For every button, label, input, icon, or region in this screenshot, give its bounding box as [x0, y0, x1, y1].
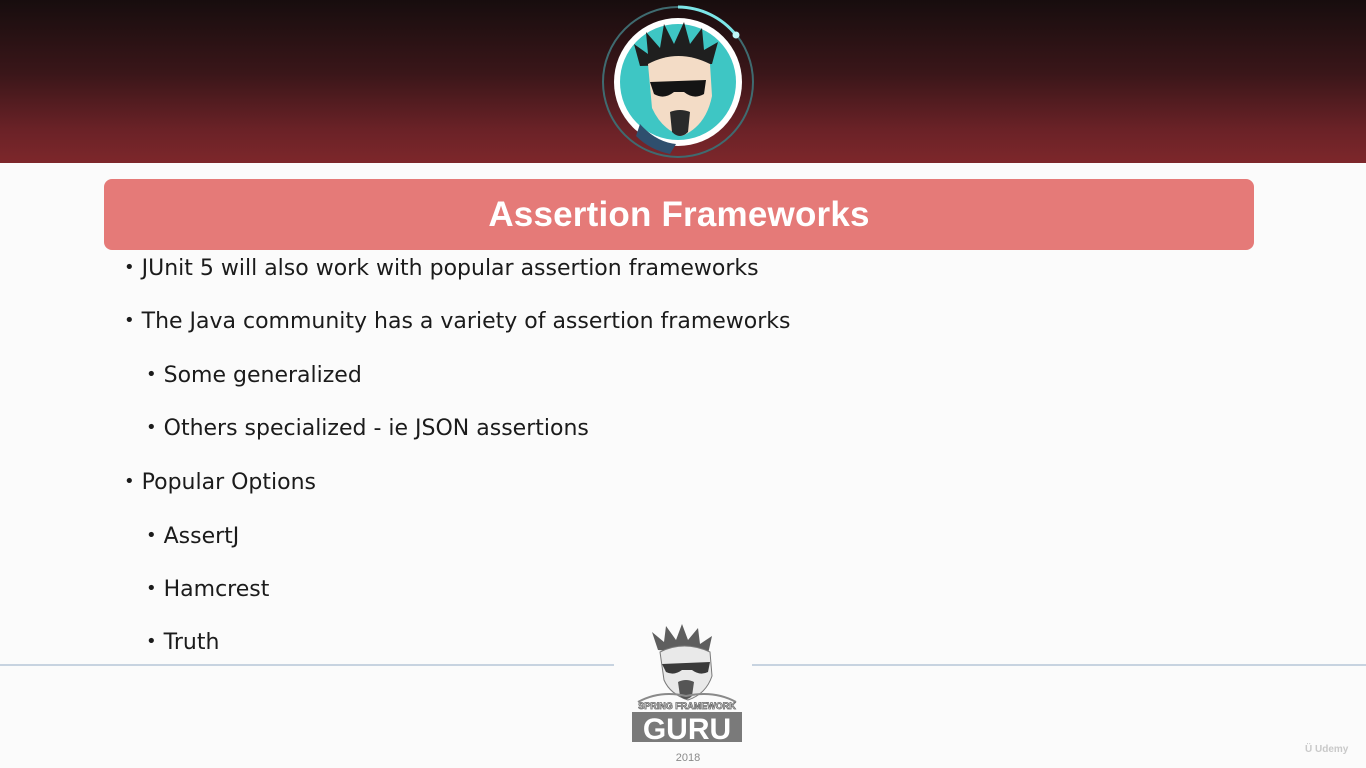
udemy-logo-icon: Ü: [1305, 744, 1313, 755]
spring-framework-guru-logo-icon: SPRING FRAMEWORK GURU: [630, 624, 744, 746]
bullet-dot: •: [146, 525, 157, 546]
bullet-text: JUnit 5 will also work with popular asse…: [141, 256, 759, 281]
bullet-text: Popular Options: [141, 470, 316, 495]
bullet-dot: •: [146, 417, 157, 438]
bullet-text: Some generalized: [163, 363, 362, 388]
instructor-avatar-icon: [600, 4, 756, 160]
udemy-watermark: Ü Udemy: [1305, 744, 1348, 755]
sub-bullet-item: • AssertJ: [146, 524, 239, 549]
slide-title: Assertion Frameworks: [488, 194, 870, 234]
logo-tagline: SPRING FRAMEWORK: [638, 701, 736, 711]
watermark-text: Udemy: [1315, 744, 1349, 755]
bullet-dot: •: [146, 631, 157, 652]
bullet-text: The Java community has a variety of asse…: [141, 309, 791, 334]
sub-bullet-item: • Hamcrest: [146, 577, 269, 602]
bullet-item: • Popular Options: [124, 470, 316, 495]
bullet-dot: •: [124, 257, 135, 278]
footer-divider-left: [0, 664, 614, 666]
bullet-text: Others specialized - ie JSON assertions: [163, 416, 589, 441]
bullet-dot: •: [146, 364, 157, 385]
logo-name: GURU: [643, 713, 731, 746]
sub-bullet-item: • Some generalized: [146, 363, 362, 388]
logo-year: 2018: [675, 752, 701, 764]
sub-bullet-item: • Truth: [146, 630, 219, 655]
bullet-dot: •: [146, 578, 157, 599]
footer-divider-right: [752, 664, 1366, 666]
bullet-text: Truth: [163, 630, 220, 655]
bullet-item: • JUnit 5 will also work with popular ass…: [124, 256, 759, 281]
bullet-text: Hamcrest: [163, 577, 270, 602]
slide-title-bar: Assertion Frameworks: [104, 179, 1254, 250]
bullet-text: AssertJ: [163, 524, 240, 549]
bullet-dot: •: [124, 310, 135, 331]
sub-bullet-item: • Others specialized - ie JSON assertions: [146, 416, 589, 441]
bullet-item: • The Java community has a variety of ass…: [124, 309, 791, 334]
bullet-dot: •: [124, 471, 135, 492]
